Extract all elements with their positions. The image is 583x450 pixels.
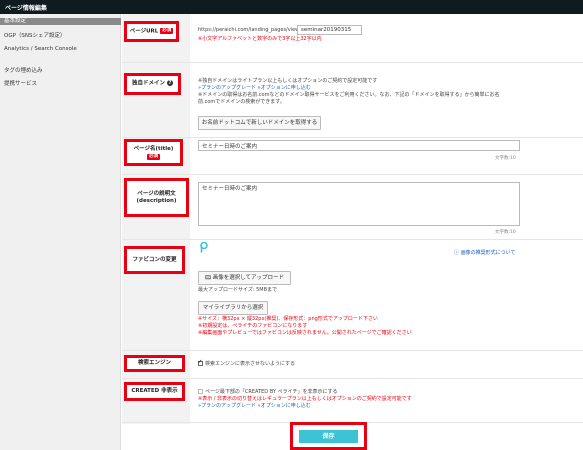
domain-label: 独自ドメイン — [131, 80, 165, 87]
main-content: ページURL 必須 https://peraichi.com/landing_pa… — [122, 14, 583, 450]
sidebar-item-tags[interactable]: タグの埋め込み — [0, 68, 121, 75]
title-input[interactable]: セミナー日時のご案内 — [198, 140, 520, 151]
top-bar: ページ情報編集 — [0, 0, 583, 14]
search-engine-label-box: 検索エンジン — [124, 355, 185, 372]
created-plan-note: ※表示 / 非表示の切り替えはレギュラープラン以上もしくはオプションのご契約で設… — [198, 396, 412, 402]
created-upgrade-link[interactable]: »プランのアップグレード »オプションに申し込む — [198, 403, 311, 410]
image-icon: 🖾 — [204, 275, 211, 281]
description-textarea[interactable]: セミナー日時のご案内 — [198, 182, 520, 226]
domain-note-register: ※ドメインの取得はお名前.comなどのドメイン取得サービスをご利用ください。なお… — [198, 92, 500, 98]
hide-created-label: ページ最下部の「CREATED BY ペライチ」を非表示にする — [205, 389, 338, 395]
title-char-counter: 文字数:10 — [495, 156, 516, 161]
url-note: ※小文字アルファベットと数字のみで3字以上32字以内 — [198, 36, 322, 42]
upload-image-label: 画像を選択してアップロード — [212, 275, 285, 281]
favicon-label: ファビコンの変更 — [132, 256, 177, 263]
save-highlight: 保存 — [290, 422, 367, 450]
help-icon[interactable]: ? — [167, 80, 173, 87]
upload-image-button[interactable]: 🖾 画像を選択してアップロード — [198, 271, 291, 285]
sidebar-item-analytics[interactable]: Analytics / Search Console — [0, 46, 110, 53]
hide-created-checkbox[interactable] — [198, 389, 203, 394]
description-label-box: ページの説明文(description) — [124, 178, 189, 217]
hide-from-search-label: 検索エンジンに表示させないようにする — [205, 361, 295, 367]
created-label-box: CREATED 非表示 — [124, 382, 185, 401]
domain-note-register-cont: 前.comでドメインの検索ができます。 — [198, 99, 285, 105]
search-engine-label: 検索エンジン — [137, 360, 171, 366]
sidebar: 基本設定 OGP（SNSシェア設定） Analytics / Search Co… — [0, 14, 121, 450]
hide-from-search-checkbox[interactable] — [198, 359, 203, 366]
divider — [122, 174, 583, 175]
required-badge: 必須 — [160, 27, 174, 34]
hide-created-option[interactable]: ページ最下部の「CREATED BY ペライチ」を非表示にする — [198, 389, 338, 396]
peraichi-favicon-icon — [200, 242, 208, 253]
domain-note-plan: ※独自ドメインはライトプラン以上もしくはオプションのご契約で設定可能です — [198, 78, 378, 84]
favicon-default-note: ※初期設定は、ペライチのファビコンになります — [198, 323, 308, 329]
divider — [122, 350, 583, 351]
divider — [122, 378, 583, 379]
image-format-help-link[interactable]: ⓘ 画像の推奨形式について — [454, 250, 515, 257]
divider — [122, 62, 583, 63]
title-label: ページ名(title) — [133, 145, 174, 152]
sidebar-item-partner-services[interactable]: 提携サービス — [0, 81, 121, 88]
hide-from-search-option[interactable]: 検索エンジンに表示させないようにする — [198, 359, 295, 368]
divider — [122, 239, 583, 240]
favicon-preview-note: ※編集画面やプレビューではファビコンは反映されません。公開されたページでご確認く… — [198, 330, 412, 336]
divider — [122, 137, 583, 138]
get-domain-button[interactable]: お名前ドットコムで新しいドメインを取得する — [198, 116, 321, 130]
description-label: ページの説明文(description) — [136, 190, 177, 204]
created-label: CREATED 非表示 — [131, 388, 178, 394]
url-slug-input[interactable]: seminar20190315 — [297, 25, 362, 35]
save-button[interactable]: 保存 — [299, 430, 358, 443]
url-label-box: ページURL 必須 — [124, 21, 179, 42]
description-char-counter: 文字数:10 — [495, 230, 516, 235]
my-library-button[interactable]: マイライブラリから選択 — [198, 301, 268, 315]
favicon-label-box: ファビコンの変更 — [124, 246, 185, 274]
title-label-box: ページ名(title) 必須 — [124, 139, 183, 166]
sidebar-item-ogp[interactable]: OGP（SNSシェア設定） — [0, 33, 121, 40]
sidebar-item-basic-settings[interactable]: 基本設定 — [0, 18, 121, 25]
page-title: ページ情報編集 — [5, 5, 47, 12]
domain-label-box: 独自ドメイン? — [124, 73, 181, 95]
url-label: ページURL — [129, 28, 159, 35]
domain-upgrade-link[interactable]: »プランのアップグレード »オプションに申し込む — [198, 85, 311, 92]
required-badge: 必須 — [147, 153, 160, 160]
favicon-size-note: ※サイズ：横32px × 縦32px(推奨)、保存形式：png形式でアップロード… — [198, 316, 378, 322]
max-upload-size: 最大アップロードサイズ: 5MBまで — [198, 287, 278, 293]
url-prefix: https://peraichi.com/landing_pages/view/ — [198, 27, 301, 33]
